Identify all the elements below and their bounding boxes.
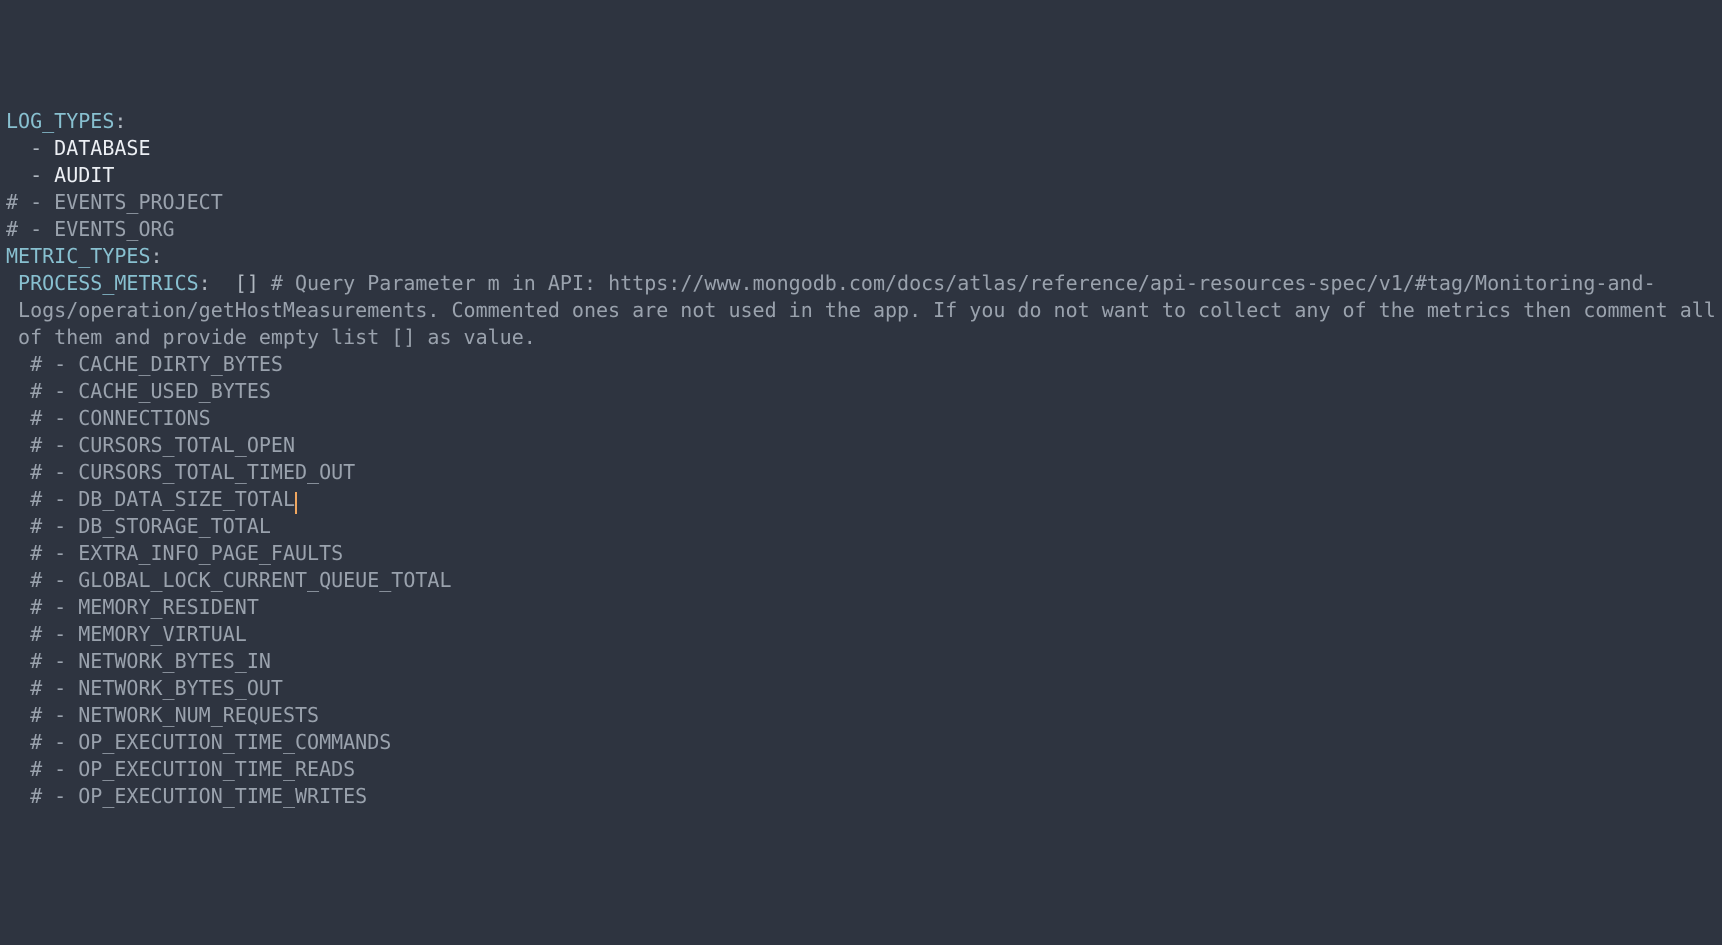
list-item[interactable]: - DATABASE bbox=[6, 135, 1716, 162]
metric-comment[interactable]: # - CACHE_USED_BYTES bbox=[6, 378, 1716, 405]
metric-comment[interactable]: # - DB_STORAGE_TOTAL bbox=[6, 513, 1716, 540]
metric-comment[interactable]: # - MEMORY_RESIDENT bbox=[6, 594, 1716, 621]
metric-comment[interactable]: # - MEMORY_VIRTUAL bbox=[6, 621, 1716, 648]
metric-comment[interactable]: # - OP_EXECUTION_TIME_READS bbox=[6, 756, 1716, 783]
comment-line[interactable]: # - EVENTS_PROJECT bbox=[6, 189, 1716, 216]
metric-comment[interactable]: # - CONNECTIONS bbox=[6, 405, 1716, 432]
metric-comment[interactable]: # - DB_DATA_SIZE_TOTAL bbox=[6, 486, 1716, 513]
metric-comment[interactable]: # - NETWORK_BYTES_OUT bbox=[6, 675, 1716, 702]
metric-comment[interactable]: # - CACHE_DIRTY_BYTES bbox=[6, 351, 1716, 378]
metric-comment[interactable]: # - GLOBAL_LOCK_CURRENT_QUEUE_TOTAL bbox=[6, 567, 1716, 594]
comment-line[interactable]: # - EVENTS_ORG bbox=[6, 216, 1716, 243]
metric-comment[interactable]: # - OP_EXECUTION_TIME_COMMANDS bbox=[6, 729, 1716, 756]
metric-comment[interactable]: # - NETWORK_NUM_REQUESTS bbox=[6, 702, 1716, 729]
text-cursor bbox=[295, 492, 297, 514]
list-item[interactable]: - AUDIT bbox=[6, 162, 1716, 189]
metric-comment[interactable]: # - OP_EXECUTION_TIME_WRITES bbox=[6, 783, 1716, 810]
metric-comment[interactable]: # - EXTRA_INFO_PAGE_FAULTS bbox=[6, 540, 1716, 567]
key-metric-types[interactable]: METRIC_TYPES: bbox=[6, 243, 1716, 270]
code-editor[interactable]: LOG_TYPES: - DATABASE - AUDIT# - EVENTS_… bbox=[6, 108, 1716, 810]
metric-comment[interactable]: # - NETWORK_BYTES_IN bbox=[6, 648, 1716, 675]
metric-comment[interactable]: # - CURSORS_TOTAL_OPEN bbox=[6, 432, 1716, 459]
key-log-types[interactable]: LOG_TYPES: bbox=[6, 108, 1716, 135]
metric-comment[interactable]: # - CURSORS_TOTAL_TIMED_OUT bbox=[6, 459, 1716, 486]
key-process-metrics[interactable]: PROCESS_METRICS: [] # Query Parameter m … bbox=[6, 270, 1716, 351]
